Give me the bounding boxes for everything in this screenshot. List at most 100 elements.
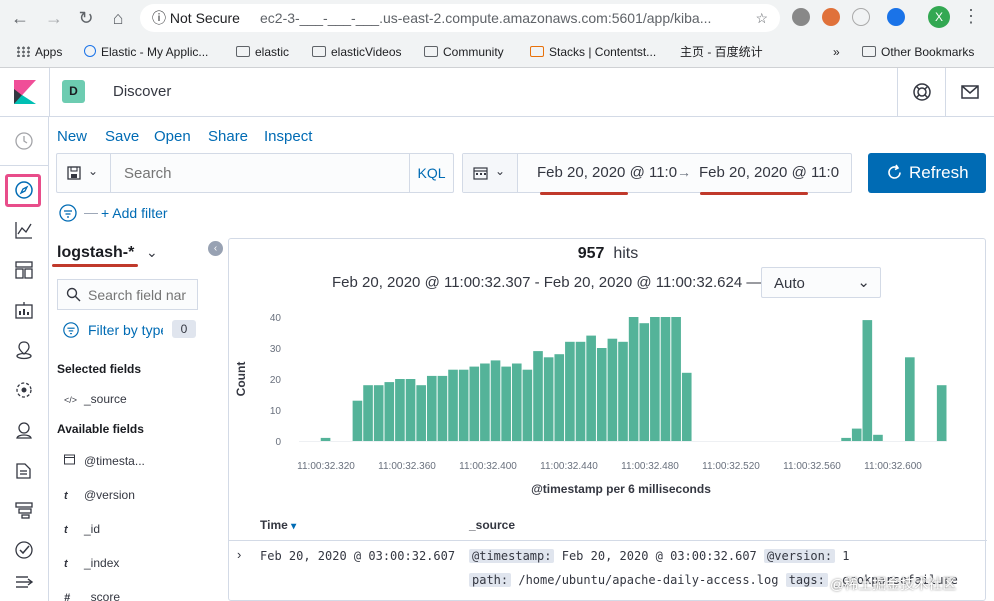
field-item[interactable]: t _index <box>64 556 119 574</box>
extension-icon[interactable] <box>852 8 870 26</box>
interval-select[interactable]: Auto ⌄ <box>761 267 881 298</box>
infrastructure-icon[interactable] <box>13 419 35 441</box>
bookmark-folder-community[interactable]: Community <box>424 42 504 62</box>
url-text[interactable]: ec2-3-___-___-___.us-east-2.compute.amaz… <box>260 4 750 32</box>
machine-learning-icon[interactable] <box>13 379 35 401</box>
end-date[interactable]: Feb 20, 2020 @ 11:0 <box>699 164 839 181</box>
field-item[interactable]: </> _source <box>64 392 127 410</box>
apm-icon[interactable] <box>13 499 35 521</box>
field-name: _score <box>84 590 121 601</box>
histogram-bar <box>936 385 947 441</box>
side-navigation <box>0 117 49 601</box>
reload-icon[interactable]: ↻ <box>74 6 98 30</box>
filter-icon <box>63 322 79 338</box>
bookmark-star-icon[interactable]: ☆ <box>755 4 768 32</box>
bookmark-elastic-app[interactable]: Elastic - My Applic... <box>84 42 208 62</box>
recently-viewed-clock-icon[interactable] <box>13 130 35 152</box>
forward-icon[interactable]: → <box>42 6 66 30</box>
histogram-bar <box>501 366 511 441</box>
canvas-icon[interactable] <box>13 299 35 321</box>
filter-by-type-label: Filter by type <box>88 322 163 338</box>
saved-query-menu-button[interactable]: ⌄ <box>57 154 111 192</box>
source-key: @version: <box>764 549 836 563</box>
help-lifebuoy-icon[interactable] <box>912 82 932 102</box>
refresh-button[interactable]: Refresh <box>868 153 986 193</box>
profile-avatar[interactable]: X <box>928 6 950 28</box>
field-item[interactable]: t @version <box>64 488 135 506</box>
discover-compass-icon[interactable] <box>13 179 35 201</box>
extension-icon[interactable] <box>822 8 840 26</box>
folder-icon <box>424 46 438 57</box>
bookmarks-overflow[interactable]: » <box>833 42 840 62</box>
add-filter-link[interactable]: + Add filter <box>101 205 168 221</box>
folder-icon <box>312 46 326 57</box>
logs-icon[interactable] <box>13 459 35 481</box>
field-search-input[interactable] <box>88 280 196 309</box>
x-axis-title: @timestamp per 6 milliseconds <box>531 482 711 496</box>
quick-select-button[interactable]: ⌄ <box>463 154 518 192</box>
number-type-icon: # <box>64 592 71 601</box>
y-tick-label: 30 <box>270 344 282 355</box>
bookmark-stacks[interactable]: Stacks | Contentst... <box>530 42 656 62</box>
menu-share[interactable]: Share <box>208 128 248 145</box>
bookmark-apps[interactable]: Apps <box>16 42 62 62</box>
menu-new[interactable]: New <box>57 128 87 145</box>
header-divider <box>897 68 898 116</box>
histogram-bar <box>458 369 469 441</box>
filter-by-type-button[interactable]: Filter by type 0 <box>58 320 198 340</box>
watermark-text: @稀土掘金技术社区 <box>830 576 957 592</box>
bookmark-folder-other[interactable]: Other Bookmarks <box>862 42 974 62</box>
y-tick-label: 20 <box>270 375 282 386</box>
refresh-icon <box>888 164 901 179</box>
field-item[interactable]: t _id <box>64 522 100 540</box>
bookmark-folder-elastic[interactable]: elastic <box>236 42 289 62</box>
dashboard-icon[interactable] <box>13 259 35 281</box>
mail-icon[interactable] <box>960 82 980 102</box>
field-item[interactable]: # _score <box>64 590 120 601</box>
start-date[interactable]: Feb 20, 2020 @ 11:0 <box>537 164 677 181</box>
chevron-down-icon: ⌄ <box>88 164 99 178</box>
page-title: Discover <box>113 83 172 100</box>
hits-count: 957 <box>577 245 605 262</box>
source-value: Feb 20, 2020 @ 03:00:32.607 <box>561 549 757 563</box>
not-secure-label[interactable]: ⓘ Not Secure <box>152 4 240 32</box>
nav-divider <box>0 165 48 166</box>
arrow-right-icon: → <box>677 164 691 180</box>
histogram-bar <box>448 369 458 441</box>
histogram-bar <box>363 385 373 441</box>
expand-nav-icon[interactable] <box>13 571 35 593</box>
field-item[interactable]: @timesta... <box>64 454 145 472</box>
menu-open[interactable]: Open <box>154 128 191 145</box>
chevron-down-icon[interactable]: ⌄ <box>146 244 158 261</box>
kql-toggle[interactable]: KQL <box>409 154 453 192</box>
collapse-sidebar-icon[interactable]: ‹ <box>208 241 223 256</box>
menu-save[interactable]: Save <box>105 128 139 145</box>
visualize-chart-icon[interactable] <box>13 219 35 241</box>
expand-row-icon[interactable]: › <box>237 547 241 562</box>
browser-toolbar: ← → ↻ ⌂ ⓘ Not Secure ec2-3-___-___-___.u… <box>0 0 994 113</box>
home-icon[interactable]: ⌂ <box>106 6 130 30</box>
index-pattern-title[interactable]: logstash-* <box>57 244 134 262</box>
menu-inspect[interactable]: Inspect <box>264 128 312 145</box>
bookmark-baidu[interactable]: 主页 - 百度统计 <box>680 42 763 113</box>
address-bar[interactable]: ⓘ Not Secure ec2-3-___-___-___.us-east-2… <box>140 4 780 32</box>
extension-icon[interactable] <box>792 8 810 26</box>
x-tick-label: 11:00:32.480 <box>621 461 679 472</box>
start-date-underline-annotation <box>540 192 628 195</box>
maps-icon[interactable] <box>13 339 35 361</box>
sort-down-icon[interactable]: ▾ <box>291 521 296 532</box>
filter-options-icon[interactable] <box>58 203 78 223</box>
browser-menu-icon[interactable]: ⋮ <box>962 6 980 27</box>
bookmark-folder-elasticvideos[interactable]: elasticVideos <box>312 42 402 62</box>
column-header-time[interactable]: Time ▾ <box>260 518 296 532</box>
kibana-logo-icon[interactable] <box>14 80 36 104</box>
uptime-icon[interactable] <box>13 539 35 561</box>
histogram-bar <box>905 357 915 441</box>
histogram-bar <box>607 338 618 441</box>
header-divider <box>945 68 946 116</box>
x-tick-label: 11:00:32.560 <box>783 461 841 472</box>
search-input[interactable] <box>112 154 412 192</box>
space-avatar[interactable]: D <box>62 80 85 103</box>
back-icon[interactable]: ← <box>8 6 32 30</box>
extension-icon[interactable] <box>887 8 905 26</box>
